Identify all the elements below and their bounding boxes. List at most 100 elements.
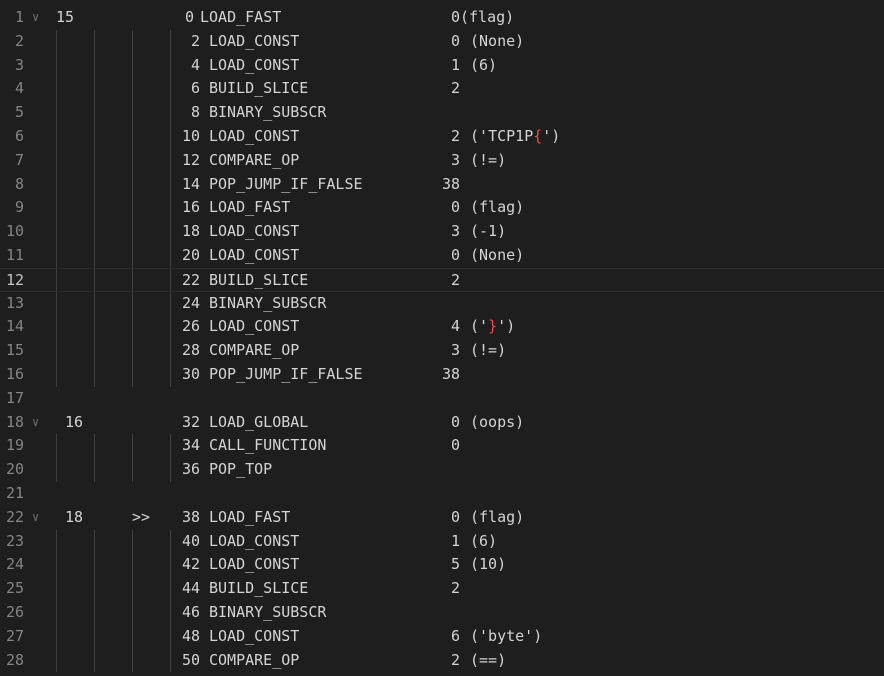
code-editor[interactable]: 1 ∨ 15 0 LOAD_FAST 0 (flag) 2 2 LOAD_CONST 0 (None)… — [0, 6, 884, 673]
indent-guide — [132, 434, 133, 459]
indent-guide — [170, 458, 171, 482]
bracket-highlight: { — [533, 126, 543, 145]
code-line[interactable]: 5 8 BINARY_SUBSCR — [0, 101, 884, 125]
code-line[interactable]: 18 ∨ 16 32 LOAD_GLOBAL 0 (oops) — [0, 411, 884, 435]
source-line-number: 18 — [65, 507, 84, 526]
indent-guide — [56, 315, 57, 340]
code-line[interactable]: 24 42 LOAD_CONST 5 (10) — [0, 553, 884, 578]
line-number: 17 — [5, 388, 24, 407]
code-line[interactable]: 17 — [0, 387, 884, 411]
line-number: 28 — [5, 650, 24, 669]
code-line[interactable]: 20 36 POP_TOP — [0, 458, 884, 482]
opcode-argument: 0 — [450, 436, 460, 455]
indent-guide — [132, 291, 133, 316]
line-number: 22 — [5, 507, 24, 526]
line-number: 26 — [5, 602, 24, 621]
opcode-argument: 6 — [450, 626, 460, 645]
indent-guide — [56, 362, 57, 387]
indent-guide — [132, 553, 133, 578]
code-line[interactable]: 11 20 LOAD_CONST 0 (None) — [0, 243, 884, 268]
bytecode-offset: 46 — [181, 602, 200, 621]
opcode-argument: 5 — [450, 555, 460, 574]
indent-guide — [170, 172, 171, 197]
code-line[interactable]: 2 2 LOAD_CONST 0 (None) — [0, 29, 884, 54]
opcode-argument: 2 — [450, 126, 460, 145]
indent-guide — [170, 529, 171, 554]
bytecode-offset: 30 — [181, 364, 200, 383]
argument-repr: ('}') — [470, 317, 516, 336]
line-number: 16 — [5, 364, 24, 383]
indent-guide — [132, 172, 133, 197]
line-number: 14 — [5, 317, 24, 336]
opcode-argument: 0 — [450, 31, 460, 50]
indent-guide — [56, 291, 57, 316]
code-line[interactable]: 25 44 BUILD_SLICE 2 — [0, 577, 884, 601]
line-number: 9 — [14, 198, 24, 217]
bytecode-offset: 32 — [181, 412, 200, 431]
chevron-down-icon[interactable]: ∨ — [32, 411, 46, 435]
indent-guide — [56, 553, 57, 578]
opcode-argument: 1 — [450, 531, 460, 550]
opcode-name: POP_JUMP_IF_FALSE — [209, 174, 363, 193]
code-line[interactable]: 6 10 LOAD_CONST 2 ('TCP1P{') — [0, 124, 884, 149]
bytecode-offset: 20 — [181, 245, 200, 264]
opcode-name: LOAD_CONST — [209, 317, 300, 336]
indent-guide — [94, 529, 95, 554]
opcode-name: LOAD_CONST — [209, 626, 300, 645]
code-line[interactable]: 8 14 POP_JUMP_IF_FALSE 38 — [0, 172, 884, 197]
indent-guide — [170, 196, 171, 221]
opcode-name: LOAD_FAST — [200, 8, 282, 26]
indent-guide — [94, 362, 95, 387]
argument-repr: ('TCP1P{') — [470, 126, 561, 145]
line-number: 12 — [5, 270, 24, 289]
code-line[interactable]: 15 28 COMPARE_OP 3 (!=) — [0, 339, 884, 363]
opcode-name: BINARY_SUBSCR — [209, 103, 327, 122]
bytecode-offset: 40 — [181, 531, 200, 550]
line-number: 19 — [5, 436, 24, 455]
code-line[interactable]: 28 50 COMPARE_OP 2 (==) — [0, 648, 884, 673]
source-line-number: 15 — [56, 8, 75, 26]
code-line[interactable]: 13 24 BINARY_SUBSCR — [0, 291, 884, 316]
indent-guide — [132, 577, 133, 601]
line-number: 25 — [5, 579, 24, 598]
indent-guide — [94, 77, 95, 102]
indent-guide — [56, 101, 57, 125]
indent-guide — [132, 458, 133, 482]
code-line[interactable]: 10 18 LOAD_CONST 3 (-1) — [0, 220, 884, 244]
indent-guide — [170, 124, 171, 149]
indent-guide — [170, 577, 171, 601]
opcode-argument: 2 — [450, 650, 460, 669]
code-line[interactable]: 26 46 BINARY_SUBSCR — [0, 600, 884, 625]
code-line[interactable]: 3 4 LOAD_CONST 1 (6) — [0, 53, 884, 78]
bytecode-offset: 0 — [184, 8, 194, 26]
code-line[interactable]: 22 ∨ 18 >> 38 LOAD_FAST 0 (flag) — [0, 506, 884, 530]
opcode-name: COMPARE_OP — [209, 341, 300, 360]
chevron-down-icon[interactable]: ∨ — [32, 506, 46, 530]
indent-guide — [56, 53, 57, 78]
code-line[interactable]: 12 22 BUILD_SLICE 2 — [0, 267, 884, 292]
indent-guide — [94, 148, 95, 173]
opcode-argument: 0 — [450, 198, 460, 217]
code-line[interactable]: 21 — [0, 482, 884, 506]
indent-guide — [170, 101, 171, 125]
opcode-name: BINARY_SUBSCR — [209, 602, 327, 621]
line-number: 2 — [14, 31, 24, 50]
code-line[interactable]: 1 ∨ 15 0 LOAD_FAST 0 (flag) — [0, 6, 884, 30]
code-line[interactable]: 7 12 COMPARE_OP 3 (!=) — [0, 148, 884, 173]
code-line[interactable]: 23 40 LOAD_CONST 1 (6) — [0, 529, 884, 554]
code-line[interactable]: 16 30 POP_JUMP_IF_FALSE 38 — [0, 362, 884, 387]
code-line[interactable]: 9 16 LOAD_FAST 0 (flag) — [0, 196, 884, 221]
opcode-argument: 2 — [450, 79, 460, 98]
bytecode-offset: 8 — [190, 103, 200, 122]
code-line[interactable]: 19 34 CALL_FUNCTION 0 — [0, 434, 884, 459]
opcode-argument: 4 — [450, 317, 460, 336]
opcode-name: COMPARE_OP — [209, 650, 300, 669]
bytecode-offset: 34 — [181, 436, 200, 455]
opcode-argument: 0 — [450, 8, 460, 26]
code-line[interactable]: 27 48 LOAD_CONST 6 ('byte') — [0, 624, 884, 649]
bytecode-offset: 22 — [181, 270, 200, 289]
indent-guide — [132, 77, 133, 102]
code-line[interactable]: 14 26 LOAD_CONST 4 ('}') — [0, 315, 884, 340]
code-line[interactable]: 4 6 BUILD_SLICE 2 — [0, 77, 884, 102]
chevron-down-icon[interactable]: ∨ — [32, 6, 46, 30]
